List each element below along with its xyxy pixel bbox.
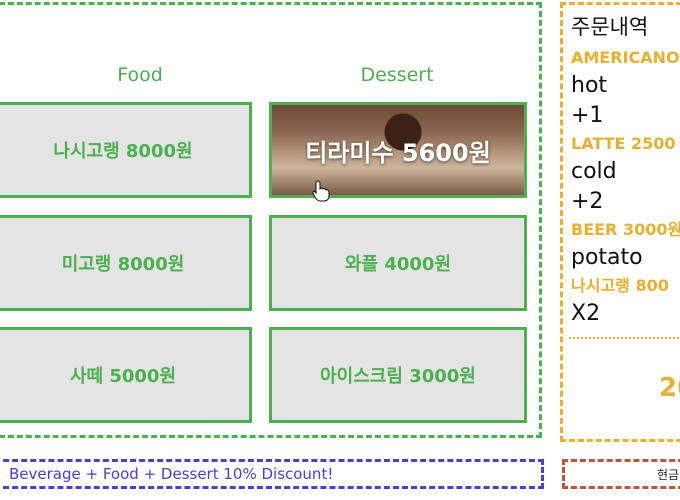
promo-text: Beverage + Food + Dessert 10% Discount!	[9, 465, 334, 483]
menu-item-mi-goreng[interactable]: 미고랭 8000원	[0, 215, 252, 311]
order-item: AMERICANO hot +1	[571, 45, 680, 131]
hand-pointer-icon	[312, 180, 330, 202]
order-item-name: 나시고랭 800	[571, 276, 669, 295]
promo-banner: Beverage + Food + Dessert 10% Discount!	[0, 459, 544, 489]
menu-item-waffle[interactable]: 와플 4000원	[269, 215, 527, 311]
order-item: 나시고랭 800 X2	[571, 273, 680, 329]
order-item-qty: +1	[571, 103, 604, 128]
order-panel: 주문내역 AMERICANO hot +1 LATTE 2500 cold +2…	[560, 2, 680, 442]
menu-item-ice-cream[interactable]: 아이스크림 3000원	[269, 327, 527, 423]
order-item-option: potato	[571, 245, 643, 270]
order-divider	[569, 337, 680, 339]
order-item-option: cold	[571, 159, 617, 184]
menu-item-sate[interactable]: 사떼 5000원	[0, 327, 252, 423]
menu-item-nasi-goreng[interactable]: 나시고랭 8000원	[0, 102, 252, 198]
order-item-option: hot	[571, 73, 608, 98]
order-item-name: LATTE 2500	[571, 134, 676, 153]
food-column-title: Food	[117, 64, 163, 86]
cash-payment-label: 현금	[657, 467, 680, 482]
order-item: LATTE 2500 cold +2	[571, 131, 680, 217]
order-total: 20	[659, 373, 680, 403]
order-item-name: BEER 3000원	[571, 220, 680, 239]
menu-item-tiramisu[interactable]: 티라미수 5600원	[269, 102, 527, 198]
order-list[interactable]: AMERICANO hot +1 LATTE 2500 cold +2 BEER…	[571, 45, 680, 337]
order-item-name: AMERICANO	[571, 48, 680, 67]
order-item-option: X2	[571, 301, 601, 326]
order-item-qty: +2	[571, 189, 604, 214]
order-item: BEER 3000원 potato	[571, 217, 680, 273]
dessert-column-title: Dessert	[360, 64, 434, 86]
order-title: 주문내역	[571, 15, 649, 39]
cash-payment-button[interactable]: 현금	[562, 459, 680, 489]
